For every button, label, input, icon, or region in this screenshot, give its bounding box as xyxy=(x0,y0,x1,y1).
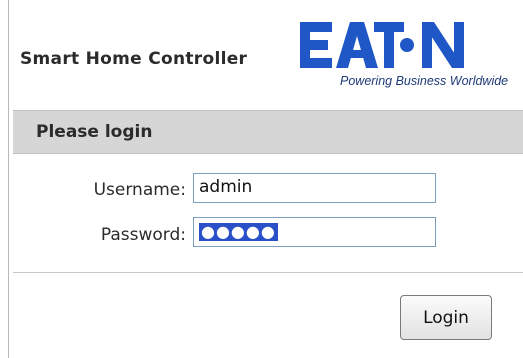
eaton-wordmark-icon xyxy=(300,22,464,68)
login-heading: Please login xyxy=(36,122,153,142)
username-value: admin xyxy=(199,177,253,197)
divider xyxy=(13,272,523,273)
username-input[interactable]: admin xyxy=(193,173,436,203)
eaton-logo: Powering Business Worldwide xyxy=(300,20,518,92)
password-input[interactable]: ●●●●● xyxy=(193,217,436,247)
logo-tagline: Powering Business Worldwide xyxy=(340,74,509,88)
login-button[interactable]: Login xyxy=(400,295,492,340)
password-value: ●●●●● xyxy=(201,222,276,241)
username-label: Username: xyxy=(93,180,186,200)
app-title: Smart Home Controller xyxy=(20,49,248,69)
password-label: Password: xyxy=(100,225,186,245)
password-selection: ●●●●● xyxy=(199,223,278,241)
login-header-bar: Please login xyxy=(13,110,523,154)
